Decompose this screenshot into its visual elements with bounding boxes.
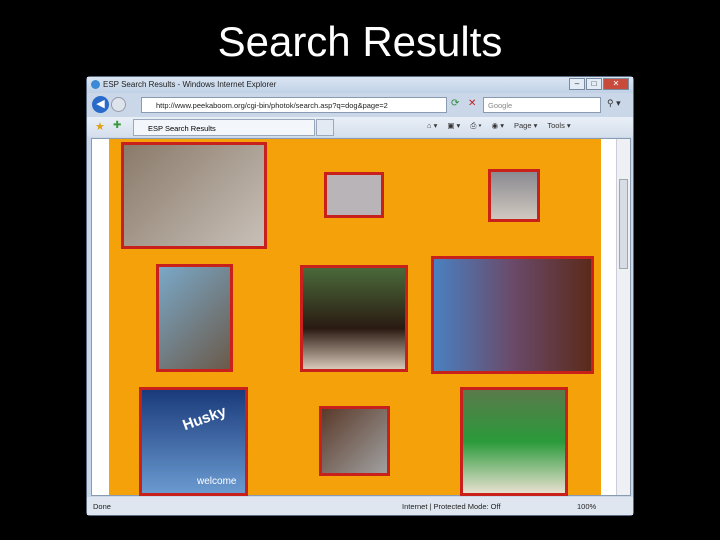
maximize-button[interactable]: □ — [586, 78, 602, 90]
back-button[interactable]: ◀ — [92, 96, 109, 113]
vertical-scrollbar[interactable] — [616, 139, 630, 495]
status-text: Done — [93, 502, 111, 511]
stop-icon[interactable]: ✕ — [468, 98, 476, 109]
feeds-icon[interactable]: ▣ ▾ — [447, 121, 460, 131]
result-image[interactable] — [156, 264, 233, 372]
slide-title: Search Results — [217, 18, 503, 65]
print-icon[interactable]: ⎙ ▾ — [470, 121, 481, 131]
window-title: ESP Search Results - Windows Internet Ex… — [103, 80, 277, 89]
tab-esp-search-results[interactable]: ESP Search Results — [133, 119, 315, 136]
tab-bar: ★ ✚ ESP Search Results ⌂ ▾ ▣ ▾ ⎙ ▾ ◉ ▾ P… — [87, 117, 633, 137]
page-menu[interactable]: Page ▾ — [514, 121, 537, 131]
navigation-bar: ◀ http://www.peekaboom.org/cgi-bin/photo… — [87, 94, 633, 116]
minimize-button[interactable]: – — [569, 78, 585, 90]
refresh-icon[interactable]: ⟳ — [451, 98, 459, 109]
result-image[interactable] — [300, 265, 408, 372]
favorites-star-icon[interactable]: ★ — [95, 120, 105, 133]
result-image[interactable] — [324, 172, 384, 218]
result-image[interactable] — [488, 169, 540, 222]
result-image[interactable] — [431, 256, 594, 374]
result-image[interactable] — [121, 142, 267, 249]
research-icon[interactable]: ◉ ▾ — [492, 121, 504, 131]
scrollbar-thumb[interactable] — [619, 179, 628, 269]
search-icon[interactable]: ⚲ ▾ — [607, 98, 621, 109]
address-bar[interactable]: http://www.peekaboom.org/cgi-bin/photok/… — [141, 97, 447, 113]
husky-text: Husky — [180, 402, 229, 435]
ie-icon — [91, 80, 100, 89]
results-page: Husky welcome — [109, 139, 601, 496]
title-bar: ESP Search Results - Windows Internet Ex… — [87, 77, 633, 93]
close-button[interactable]: ✕ — [603, 78, 629, 90]
status-bar: Done Internet | Protected Mode: Off 100% — [87, 497, 633, 515]
result-image[interactable]: Husky welcome — [139, 387, 248, 496]
result-image[interactable] — [460, 387, 568, 496]
new-tab-button[interactable] — [316, 119, 334, 136]
welcome-text: welcome — [197, 476, 237, 487]
forward-button[interactable] — [111, 97, 126, 112]
browser-window: ESP Search Results - Windows Internet Ex… — [86, 76, 634, 516]
search-input[interactable]: Google — [483, 97, 601, 113]
page-viewport: Husky welcome — [91, 138, 631, 496]
add-favorites-icon[interactable]: ✚ — [113, 120, 121, 131]
security-zone: Internet | Protected Mode: Off — [402, 502, 501, 511]
result-image[interactable] — [319, 406, 390, 476]
tools-menu[interactable]: Tools ▾ — [547, 121, 570, 131]
zoom-level[interactable]: 100% — [577, 502, 596, 511]
home-icon[interactable]: ⌂ ▾ — [427, 121, 437, 131]
